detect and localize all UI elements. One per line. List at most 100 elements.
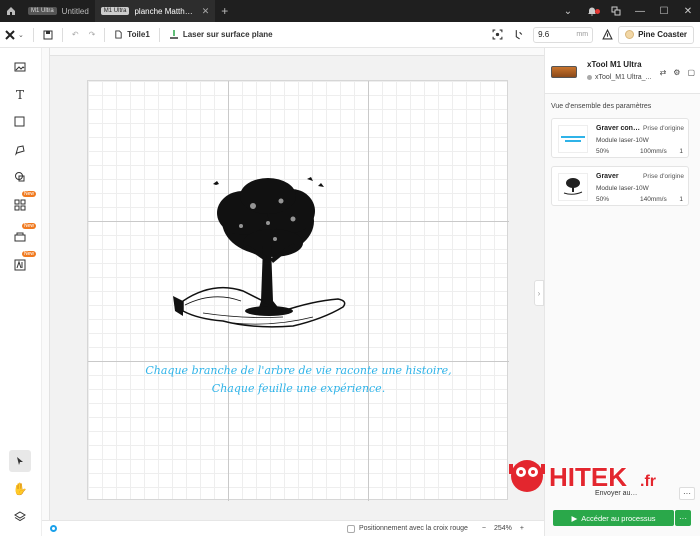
save-icon[interactable] — [38, 22, 58, 48]
layer-passes: 1 — [679, 196, 683, 203]
image-tool-icon[interactable] — [9, 56, 31, 78]
overview-title: Vue d'ensemble des paramètres — [551, 103, 652, 110]
document-icon[interactable]: ▢ — [687, 68, 695, 77]
ruler-left — [42, 48, 50, 520]
close-tab-icon[interactable]: ✕ — [202, 6, 210, 17]
left-toolbar: T New New New ✋ — [0, 48, 42, 536]
zoom-in-button[interactable]: + — [520, 525, 524, 532]
maximize-icon[interactable]: ☐ — [652, 6, 676, 17]
xtool-menu-button[interactable]: ⌄ — [0, 22, 29, 48]
chevron-down-icon[interactable]: ⌄ — [556, 6, 580, 17]
layer-card-1[interactable]: Graver con… Prise d'origine Module laser… — [551, 118, 689, 158]
tab-untitled[interactable]: M1 Ultra Untitled — [22, 0, 95, 22]
redo-icon[interactable]: ↷ — [84, 22, 101, 48]
close-icon[interactable]: ✕ — [676, 6, 700, 17]
canvas-area[interactable]: Chaque branche de l'arbre de vie raconte… — [42, 48, 544, 520]
new-badge: New — [22, 223, 37, 229]
new-badge: New — [22, 191, 37, 197]
caption-line1[interactable]: Chaque branche de l'arbre de vie raconte… — [88, 364, 509, 377]
zoom-out-button[interactable]: − — [482, 525, 486, 532]
send-more-button[interactable]: ··· — [679, 486, 695, 500]
canvas-name: Toile1 — [127, 30, 150, 39]
device-header: xTool M1 Ultra xTool_M1 Ultra_... ⇄ ⚙ ▢ — [545, 48, 700, 94]
material-swatch — [625, 30, 635, 39]
caption-line2[interactable]: Chaque feuille une expérience. — [88, 382, 509, 395]
shape-tool-icon[interactable] — [9, 111, 31, 133]
apps-tool-icon[interactable] — [9, 194, 31, 216]
guide-line — [368, 81, 369, 501]
new-tab-button[interactable]: + — [215, 4, 234, 18]
thickness-value: 9.6 — [538, 30, 550, 39]
autofocus-icon[interactable] — [508, 22, 529, 48]
templates-tool-icon[interactable] — [9, 226, 31, 248]
divider — [158, 27, 160, 42]
thickness-unit: mm — [576, 31, 589, 38]
main-toolbar: ⌄ ↶ ↷ Toile1 Laser sur surface plane 9.6… — [0, 22, 700, 48]
layer-passes: 1 — [679, 148, 683, 155]
machine-chip: M1 Ultra — [100, 7, 130, 15]
layer-title: Graver — [596, 173, 619, 180]
select-tool-icon[interactable] — [9, 450, 31, 472]
switch-icon[interactable]: ⇄ — [660, 68, 667, 77]
tab-label: planche Matth… — [134, 6, 193, 16]
settings-icon[interactable]: ⚙ — [673, 68, 680, 77]
svg-text:.fr: .fr — [640, 473, 656, 490]
panel-collapse-handle[interactable]: › — [534, 280, 544, 306]
canvas-name-button[interactable]: Toile1 — [109, 22, 155, 48]
material-button[interactable]: Pine Coaster — [618, 25, 694, 44]
file-icon — [115, 30, 122, 39]
layer-title: Graver con… — [596, 125, 640, 132]
layer-card-2[interactable]: Graver Prise d'origine Module laser-10W … — [551, 166, 689, 206]
home-icon[interactable] — [0, 0, 22, 22]
machine-chip: M1 Ultra — [28, 7, 57, 15]
layer-thumbnail — [558, 125, 588, 153]
layer-origin: Prise d'origine — [643, 125, 684, 132]
process-more-button[interactable]: ··· — [675, 510, 691, 526]
notification-dot — [595, 9, 600, 14]
layer-module: Module laser-10W — [596, 137, 649, 144]
process-button[interactable]: ▶ Accéder au processus — [553, 510, 674, 526]
divider — [104, 27, 106, 42]
layer-speed: 140mm/s — [640, 196, 667, 203]
pen-tool-icon[interactable] — [9, 139, 31, 161]
tab-label: Untitled — [61, 6, 89, 16]
measure-icon[interactable] — [597, 22, 618, 48]
undo-icon[interactable]: ↶ — [67, 22, 84, 48]
device-subtitle: xTool_M1 Ultra_... — [595, 74, 652, 81]
laser-icon — [169, 29, 178, 39]
windows-icon[interactable] — [604, 6, 628, 16]
layer-module: Module laser-10W — [596, 185, 649, 192]
layer-power: 50% — [596, 148, 610, 155]
hand-tool-icon[interactable]: ✋ — [9, 478, 31, 500]
text-tool-icon[interactable]: T — [9, 84, 31, 106]
layers-icon[interactable] — [9, 506, 31, 528]
zoom-value[interactable]: 254% — [494, 525, 512, 532]
tab-planche[interactable]: M1 Ultra planche Matth… ✕ — [94, 0, 216, 22]
material-label: Pine Coaster — [638, 30, 687, 39]
crosshair-checkbox[interactable] — [346, 524, 355, 533]
tree-hand-artwork[interactable] — [173, 151, 363, 351]
divider — [32, 27, 34, 42]
processing-mode-label: Laser sur surface plane — [182, 30, 273, 39]
new-badge: New — [22, 251, 37, 257]
elements-tool-icon[interactable] — [9, 166, 31, 188]
processing-mode-button[interactable]: Laser sur surface plane — [164, 22, 278, 48]
layer-thumbnail — [558, 173, 588, 201]
device-name: xTool M1 Ultra — [587, 60, 642, 69]
crosshair-label: Positionnement avec la croix rouge — [358, 525, 468, 532]
status-dot — [587, 75, 592, 80]
work-area[interactable]: Chaque branche de l'arbre de vie raconte… — [87, 80, 509, 501]
thickness-input[interactable]: 9.6 mm — [533, 26, 594, 43]
layer-power: 50% — [596, 196, 610, 203]
play-icon: ▶ — [571, 513, 578, 523]
scan-icon[interactable] — [487, 22, 508, 48]
connection-status-icon — [50, 525, 57, 532]
chevron-down-icon: ⌄ — [18, 31, 24, 39]
svg-text:HITEK: HITEK — [549, 462, 627, 492]
device-connection[interactable]: xTool_M1 Ultra_... — [587, 74, 651, 81]
ai-tool-icon[interactable] — [9, 254, 31, 276]
divider — [61, 27, 63, 42]
bell-icon[interactable] — [580, 6, 604, 16]
minimize-icon[interactable]: — — [628, 6, 652, 17]
layer-origin: Prise d'origine — [643, 173, 684, 180]
